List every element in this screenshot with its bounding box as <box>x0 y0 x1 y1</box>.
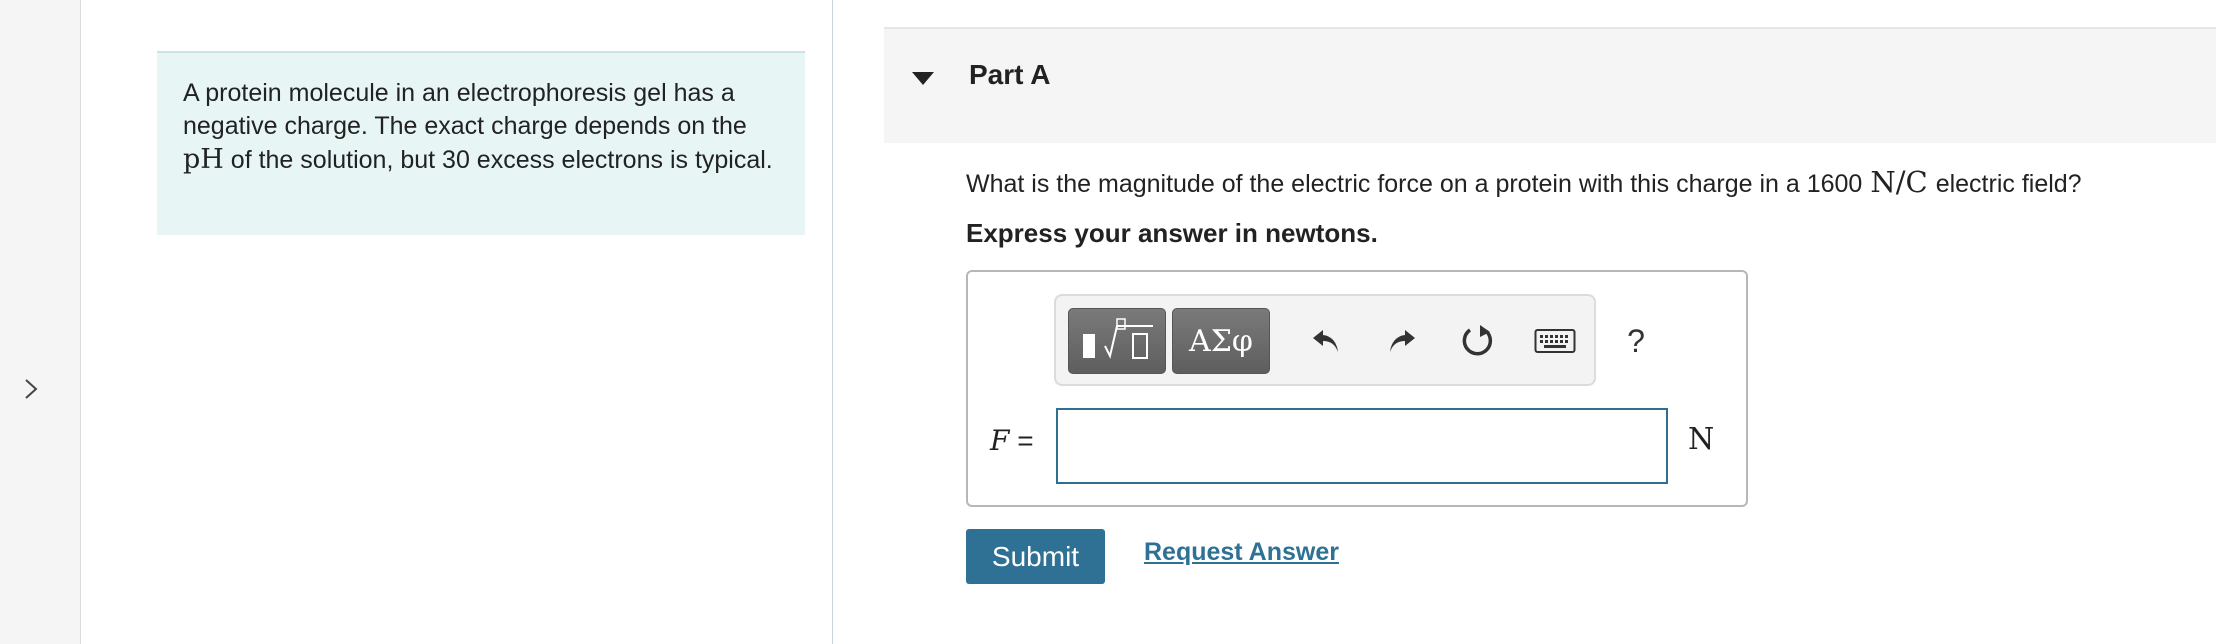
caret-down-icon[interactable] <box>912 72 934 85</box>
intro-text-part1: A protein molecule in an electrophoresis… <box>183 79 747 140</box>
panel-divider <box>832 0 833 644</box>
templates-icon <box>1083 318 1153 359</box>
answer-variable-label: F = <box>990 424 1034 457</box>
redo-button[interactable] <box>1380 318 1424 364</box>
part-title: Part A <box>969 59 1051 90</box>
question-text: What is the magnitude of the electric fo… <box>966 165 2082 199</box>
reset-icon <box>1462 325 1493 356</box>
ph-symbol: pH <box>183 144 224 175</box>
request-answer-link[interactable]: Request Answer <box>1144 538 1339 567</box>
submit-button[interactable]: Submit <box>966 529 1105 584</box>
keyboard-button[interactable] <box>1532 318 1578 364</box>
problem-intro-text: A protein molecule in an electrophoresis… <box>183 77 779 177</box>
answer-unit: N <box>1688 422 1715 457</box>
chevron-right-icon <box>25 379 38 399</box>
expand-panel-button[interactable] <box>16 374 46 404</box>
intro-text-part2: of the solution, but 30 excess electrons… <box>223 146 773 174</box>
problem-intro: A protein molecule in an electrophoresis… <box>157 51 805 235</box>
templates-button[interactable] <box>1068 308 1166 374</box>
answer-box: ΑΣφ ? F = N <box>966 270 1748 507</box>
help-button[interactable]: ? <box>1618 318 1654 364</box>
question-unit: N/C <box>1870 165 1928 199</box>
math-toolbar: ΑΣφ ? <box>1054 294 1645 386</box>
question-text-part2: electric field? <box>1935 170 2082 198</box>
greek-symbols-button[interactable]: ΑΣφ <box>1172 308 1270 374</box>
undo-button[interactable] <box>1304 318 1348 364</box>
part-header[interactable]: Part A <box>884 27 2216 143</box>
answer-instruction: Express your answer in newtons. <box>966 218 1378 248</box>
answer-input[interactable] <box>1056 408 1668 484</box>
redo-icon <box>1390 330 1415 352</box>
undo-icon <box>1313 330 1338 352</box>
reset-button[interactable] <box>1456 318 1500 364</box>
answer-variable: F <box>990 424 1010 457</box>
keyboard-icon <box>1534 329 1576 353</box>
left-rail <box>0 0 81 644</box>
question-text-part1: What is the magnitude of the electric fo… <box>966 170 1863 198</box>
answer-equals: = <box>1009 425 1034 456</box>
